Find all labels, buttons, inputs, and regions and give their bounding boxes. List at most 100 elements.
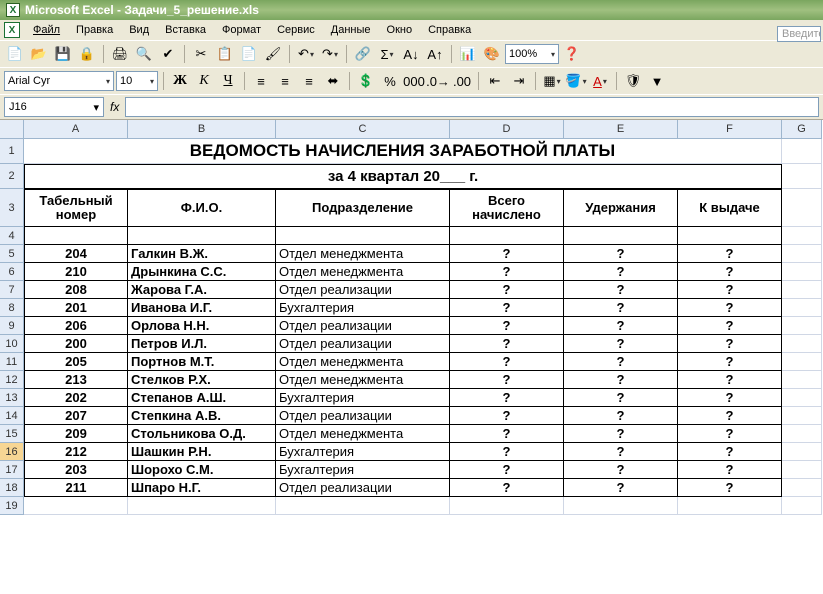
col-header[interactable]: G xyxy=(782,120,822,139)
name-box[interactable]: J16 ▾ xyxy=(4,97,104,117)
cell-num[interactable]: 204 xyxy=(24,245,128,263)
menu-service[interactable]: Сервис xyxy=(270,22,322,38)
cell-pay[interactable]: ? xyxy=(678,389,782,407)
sort-desc-icon[interactable]: A↑ xyxy=(424,43,446,65)
sort-asc-icon[interactable]: A↓ xyxy=(400,43,422,65)
cell-ded[interactable]: ? xyxy=(564,299,678,317)
cell-pay[interactable]: ? xyxy=(678,407,782,425)
cell[interactable] xyxy=(782,425,822,443)
cell-dep[interactable]: Бухгалтерия xyxy=(276,461,450,479)
cell[interactable] xyxy=(564,227,678,245)
undo-icon[interactable]: ↶▾ xyxy=(295,43,317,65)
cell-dep[interactable]: Отдел реализации xyxy=(276,335,450,353)
cell-num[interactable]: 206 xyxy=(24,317,128,335)
cell-ded[interactable]: ? xyxy=(564,263,678,281)
underline-icon[interactable]: Ч xyxy=(217,70,239,92)
cell-fio[interactable]: Шорохо С.М. xyxy=(128,461,276,479)
cell[interactable] xyxy=(24,497,128,515)
cell[interactable] xyxy=(782,461,822,479)
cell-total[interactable]: ? xyxy=(450,425,564,443)
cell[interactable] xyxy=(782,317,822,335)
cell-num[interactable]: 203 xyxy=(24,461,128,479)
format-painter-icon[interactable]: 🖌 xyxy=(262,43,284,65)
cell-pay[interactable]: ? xyxy=(678,353,782,371)
cell-pay[interactable]: ? xyxy=(678,443,782,461)
menu-window[interactable]: Окно xyxy=(380,22,420,38)
permissions-icon[interactable]: 🔒 xyxy=(76,43,98,65)
row-header[interactable]: 9 xyxy=(0,317,24,335)
align-center-icon[interactable]: ≡ xyxy=(274,70,296,92)
align-right-icon[interactable]: ≡ xyxy=(298,70,320,92)
cell-dep[interactable]: Отдел реализации xyxy=(276,479,450,497)
italic-icon[interactable]: К xyxy=(193,70,215,92)
worksheet-grid[interactable]: 1 2 3 4 5 6 7 8 9 10 11 12 13 14 15 16 1… xyxy=(0,120,823,594)
cell-ded[interactable]: ? xyxy=(564,335,678,353)
menu-view[interactable]: Вид xyxy=(122,22,156,38)
cell-fio[interactable]: Шашкин Р.Н. xyxy=(128,443,276,461)
font-size-combo[interactable]: 10▾ xyxy=(116,71,158,91)
header-ded[interactable]: Удержания xyxy=(564,189,678,227)
cell-num[interactable]: 212 xyxy=(24,443,128,461)
row-header[interactable]: 18 xyxy=(0,479,24,497)
currency-icon[interactable]: 💲 xyxy=(355,70,377,92)
cell-pay[interactable]: ? xyxy=(678,425,782,443)
cell-num[interactable]: 213 xyxy=(24,371,128,389)
font-color-icon[interactable]: A▾ xyxy=(589,70,611,92)
cell-fio[interactable]: Жарова Г.А. xyxy=(128,281,276,299)
cell-total[interactable]: ? xyxy=(450,479,564,497)
cell[interactable] xyxy=(564,497,678,515)
cell-total[interactable]: ? xyxy=(450,317,564,335)
autosum-icon[interactable]: Σ▾ xyxy=(376,43,398,65)
cell-dep[interactable]: Бухгалтерия xyxy=(276,299,450,317)
cell-total[interactable]: ? xyxy=(450,407,564,425)
row-header[interactable]: 19 xyxy=(0,497,24,515)
cell[interactable] xyxy=(678,227,782,245)
cell-dep[interactable]: Отдел менеджмента xyxy=(276,371,450,389)
cell-fio[interactable]: Шпаро Н.Г. xyxy=(128,479,276,497)
cell-ded[interactable]: ? xyxy=(564,461,678,479)
inc-indent-icon[interactable]: ⇥ xyxy=(508,70,530,92)
cell[interactable] xyxy=(782,281,822,299)
cell-num[interactable]: 210 xyxy=(24,263,128,281)
cell-pay[interactable]: ? xyxy=(678,299,782,317)
cell-total[interactable]: ? xyxy=(450,353,564,371)
zoom-combo[interactable]: 100%▾ xyxy=(505,44,559,64)
autofilter-icon[interactable]: ▼ xyxy=(646,70,668,92)
cell[interactable] xyxy=(24,227,128,245)
menu-insert[interactable]: Вставка xyxy=(158,22,213,38)
cell[interactable] xyxy=(782,479,822,497)
cell-dep[interactable]: Отдел реализации xyxy=(276,281,450,299)
cell-fio[interactable]: Степанов А.Ш. xyxy=(128,389,276,407)
cell[interactable] xyxy=(782,497,822,515)
cell-num[interactable]: 207 xyxy=(24,407,128,425)
cell[interactable] xyxy=(276,227,450,245)
sheet-title[interactable]: ВЕДОМОСТЬ НАЧИСЛЕНИЯ ЗАРАБОТНОЙ ПЛАТЫ xyxy=(24,139,782,164)
cell-ded[interactable]: ? xyxy=(564,245,678,263)
fill-color-icon[interactable]: 🪣▾ xyxy=(565,70,587,92)
header-total[interactable]: Всего начислено xyxy=(450,189,564,227)
col-header[interactable]: B xyxy=(128,120,276,139)
cell-pay[interactable]: ? xyxy=(678,245,782,263)
cell-ded[interactable]: ? xyxy=(564,353,678,371)
chart-icon[interactable]: 📊 xyxy=(457,43,479,65)
formula-input[interactable] xyxy=(125,97,819,117)
cell-total[interactable]: ? xyxy=(450,281,564,299)
cell-dep[interactable]: Отдел реализации xyxy=(276,407,450,425)
cell-num[interactable]: 209 xyxy=(24,425,128,443)
col-header[interactable]: C xyxy=(276,120,450,139)
new-icon[interactable]: 📄 xyxy=(4,43,26,65)
cell-fio[interactable]: Петров И.Л. xyxy=(128,335,276,353)
header-pay[interactable]: К выдаче xyxy=(678,189,782,227)
bold-icon[interactable]: Ж xyxy=(169,70,191,92)
row-header[interactable]: 10 xyxy=(0,335,24,353)
open-icon[interactable]: 📂 xyxy=(28,43,50,65)
paste-icon[interactable]: 📄 xyxy=(238,43,260,65)
cell[interactable] xyxy=(128,227,276,245)
cell-dep[interactable]: Отдел менеджмента xyxy=(276,425,450,443)
font-name-combo[interactable]: Arial Cyr▾ xyxy=(4,71,114,91)
cell[interactable] xyxy=(782,371,822,389)
merge-icon[interactable]: ⬌ xyxy=(322,70,344,92)
cell-fio[interactable]: Галкин В.Ж. xyxy=(128,245,276,263)
cell-total[interactable]: ? xyxy=(450,461,564,479)
cell-fio[interactable]: Стелков Р.Х. xyxy=(128,371,276,389)
